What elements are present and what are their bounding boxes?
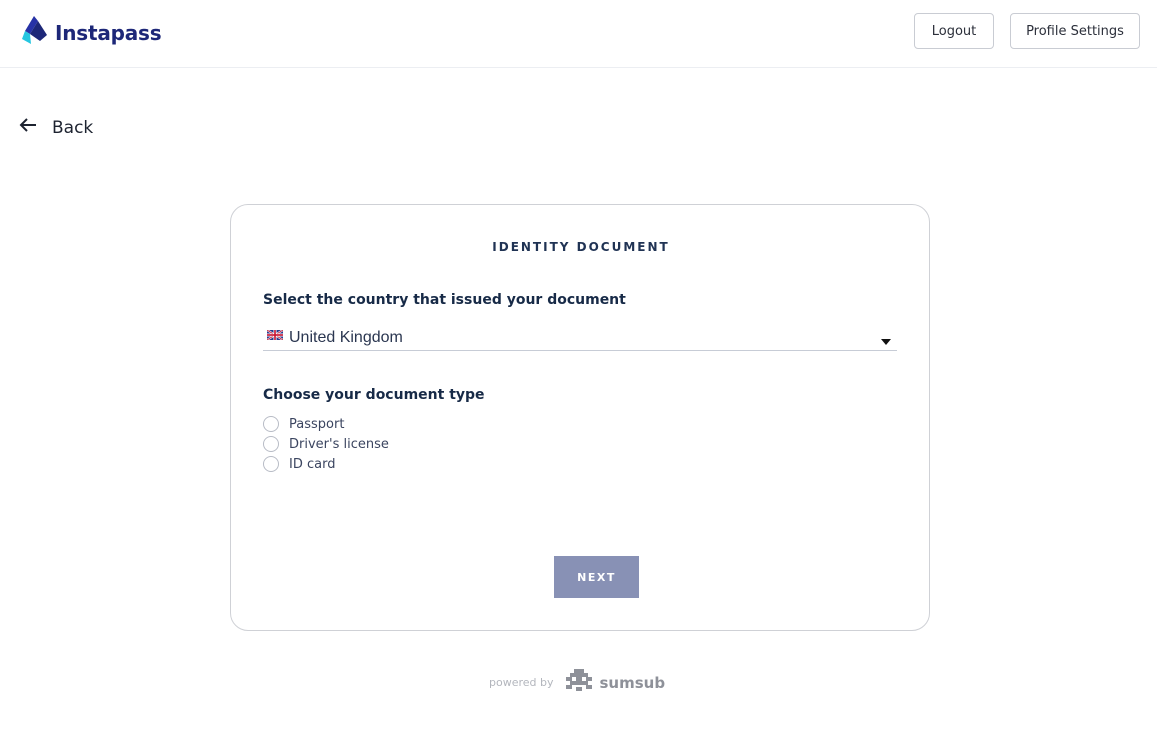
country-select[interactable]: United Kingdom — [263, 325, 897, 351]
radio-circle[interactable] — [263, 456, 279, 472]
radio-circle[interactable] — [263, 436, 279, 452]
doc-type-label: ID card — [289, 456, 336, 472]
back-label: Back — [52, 117, 94, 138]
next-button[interactable]: NEXT — [554, 556, 639, 598]
identity-document-card: IDENTITY DOCUMENT Select the country tha… — [230, 204, 930, 631]
uk-flag-icon — [266, 327, 284, 341]
chevron-down-icon — [881, 339, 891, 345]
doc-type-passport[interactable]: Passport — [263, 416, 344, 432]
profile-settings-button[interactable]: Profile Settings — [1010, 13, 1140, 49]
sumsub-logo-icon — [554, 667, 596, 698]
top-header: Instapass Logout Profile Settings — [0, 0, 1157, 68]
doc-type-drivers-license[interactable]: Driver's license — [263, 436, 389, 452]
sumsub-brand: sumsub — [599, 673, 666, 692]
doc-type-label: Passport — [289, 416, 345, 432]
powered-by-footer[interactable]: powered by sumsub — [489, 667, 665, 698]
country-value: United Kingdom — [289, 329, 403, 346]
powered-by-text: powered by — [489, 676, 554, 689]
doc-type-id-card[interactable]: ID card — [263, 456, 335, 472]
radio-circle[interactable] — [263, 416, 279, 432]
arrow-left-icon — [19, 116, 37, 139]
instapass-logo-icon — [21, 15, 49, 50]
logout-button[interactable]: Logout — [914, 13, 994, 49]
card-title: IDENTITY DOCUMENT — [492, 240, 670, 254]
instapass-logo[interactable]: Instapass — [21, 15, 162, 50]
document-type-label: Choose your document type — [263, 387, 485, 403]
app-name: Instapass — [55, 20, 162, 45]
doc-type-label: Driver's license — [289, 436, 389, 452]
country-label: Select the country that issued your docu… — [263, 292, 626, 308]
back-link[interactable]: Back — [19, 116, 93, 139]
